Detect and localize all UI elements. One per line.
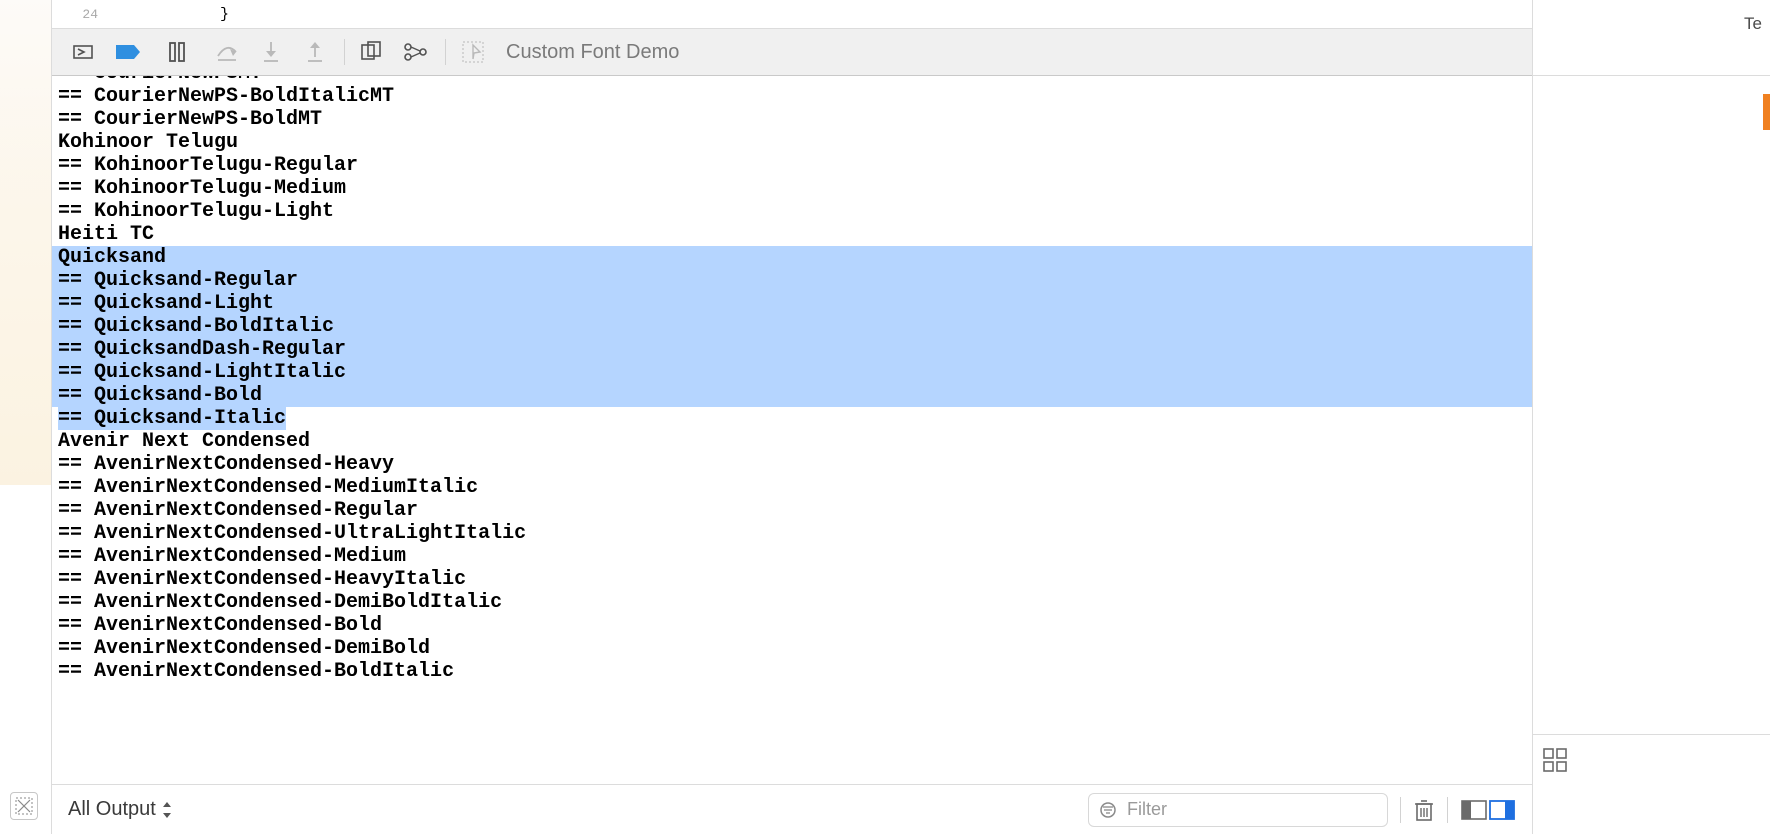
console-line[interactable]: Kohinoor Telugu	[52, 131, 1532, 154]
console-line[interactable]: == QuicksandDash-Regular	[52, 338, 1532, 361]
bottombar-separator	[1447, 797, 1448, 823]
console-line[interactable]: == AvenirNextCondensed-Bold	[52, 614, 1532, 637]
console-line[interactable]: == CourierNewPS-BoldMT	[52, 108, 1532, 131]
console-line[interactable]: == KohinoorTelugu-Light	[52, 200, 1532, 223]
output-scope-selector[interactable]: All Output	[68, 798, 172, 821]
right-sidebar: Te	[1532, 0, 1770, 834]
updown-icon	[162, 802, 172, 818]
filter-box[interactable]	[1088, 793, 1388, 827]
toolbar-separator	[445, 39, 446, 65]
code-text[interactable]: }	[110, 6, 229, 23]
console-line[interactable]: == AvenirNextCondensed-UltraLightItalic	[52, 522, 1532, 545]
show-variables-pane-button[interactable]	[1460, 798, 1488, 822]
console-line[interactable]: == AvenirNextCondensed-BoldItalic	[52, 660, 1532, 683]
output-scope-label: All Output	[68, 798, 156, 821]
console-line[interactable]: == KohinoorTelugu-Medium	[52, 177, 1532, 200]
console-line[interactable]: == KohinoorTelugu-Regular	[52, 154, 1532, 177]
console-line[interactable]: == CourierNewPSMT	[52, 76, 1532, 85]
toggle-breakpoints-button[interactable]	[66, 35, 100, 69]
step-over-button[interactable]	[210, 35, 244, 69]
console-line[interactable]: Avenir Next Condensed	[52, 430, 1532, 453]
gutter-fade-bg	[0, 0, 51, 485]
console-line[interactable]: == Quicksand-Bold	[52, 384, 1532, 407]
console-line[interactable]: == Quicksand-Regular	[52, 269, 1532, 292]
console-line[interactable]: == AvenirNextCondensed-Regular	[52, 499, 1532, 522]
process-name-label[interactable]: Custom Font Demo	[506, 41, 679, 64]
scroll-indicator	[1763, 94, 1770, 130]
continue-button[interactable]	[110, 35, 144, 69]
line-number: 24	[62, 7, 110, 22]
debug-view-hierarchy-button[interactable]	[355, 35, 389, 69]
filter-icon	[1099, 801, 1117, 819]
console-line[interactable]: == Quicksand-LightItalic	[52, 361, 1532, 384]
right-top-label: Te	[1744, 14, 1762, 34]
console-line[interactable]: == AvenirNextCondensed-Medium	[52, 545, 1532, 568]
left-gutter	[0, 0, 52, 834]
step-into-button[interactable]	[254, 35, 288, 69]
console-line[interactable]: == CourierNewPS-BoldItalicMT	[52, 85, 1532, 108]
toolbar-separator	[344, 39, 345, 65]
simulate-location-button[interactable]	[456, 35, 490, 69]
console-line[interactable]: Heiti TC	[52, 223, 1532, 246]
grid-icon[interactable]	[1543, 748, 1567, 772]
clear-console-button[interactable]	[1413, 798, 1435, 822]
bottombar-separator	[1400, 797, 1401, 823]
editor-strip[interactable]: 24 }	[52, 0, 1532, 28]
console-line[interactable]: == AvenirNextCondensed-DemiBoldItalic	[52, 591, 1532, 614]
console-line[interactable]: Quicksand	[52, 246, 1532, 269]
console-line[interactable]: == Quicksand-BoldItalic	[52, 315, 1532, 338]
console-line[interactable]: == Quicksand-Italic	[52, 407, 1532, 430]
console-line[interactable]: == AvenirNextCondensed-Heavy	[52, 453, 1532, 476]
filter-input[interactable]	[1125, 798, 1377, 821]
right-sidebar-body[interactable]	[1533, 76, 1770, 734]
pause-button[interactable]	[160, 35, 194, 69]
console-bottom-bar: All Output	[52, 784, 1532, 834]
debug-memory-graph-button[interactable]	[399, 35, 433, 69]
debug-toolbar: Custom Font Demo	[52, 28, 1532, 76]
console-line[interactable]: == AvenirNextCondensed-HeavyItalic	[52, 568, 1532, 591]
right-sidebar-footer	[1533, 734, 1770, 784]
step-out-button[interactable]	[298, 35, 332, 69]
console-line[interactable]: == AvenirNextCondensed-DemiBold	[52, 637, 1532, 660]
console-line[interactable]: == AvenirNextCondensed-MediumItalic	[52, 476, 1532, 499]
show-console-pane-button[interactable]	[1488, 798, 1516, 822]
console-output[interactable]: == CourierNewPSMT== CourierNewPS-BoldIta…	[52, 76, 1532, 784]
right-sidebar-header: Te	[1533, 0, 1770, 76]
no-selection-icon[interactable]	[10, 792, 38, 820]
console-line[interactable]: == Quicksand-Light	[52, 292, 1532, 315]
